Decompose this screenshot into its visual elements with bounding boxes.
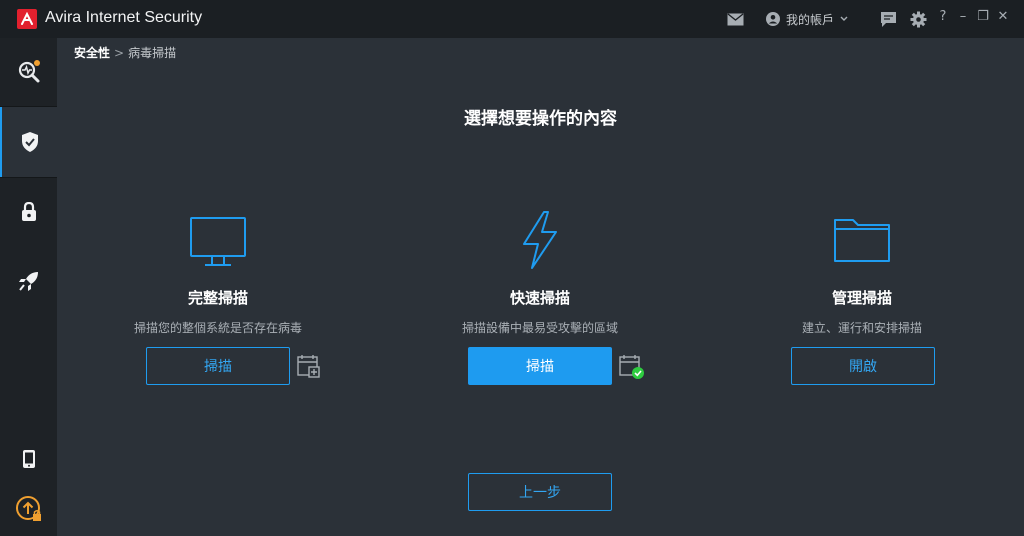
- manage-scans-title: 管理掃描: [831, 289, 892, 307]
- account-label: 我的帳戶: [786, 12, 835, 27]
- help-button[interactable]: ?: [936, 9, 950, 24]
- folder-icon: [742, 205, 982, 275]
- app-title: Avira Internet Security: [45, 9, 203, 26]
- monitor-icon: [98, 205, 338, 275]
- sidebar-item-upgrade[interactable]: [0, 490, 57, 528]
- rocket-icon: [18, 272, 38, 291]
- account-menu[interactable]: 我的帳戶: [766, 10, 848, 28]
- quick-scan-description: 掃描設備中最易受攻擊的區域: [461, 321, 618, 335]
- quick-scan-title: 快速掃描: [509, 289, 570, 307]
- notification-dot: [33, 60, 40, 66]
- lock-icon: [21, 202, 36, 221]
- shield-check-icon: [21, 132, 38, 152]
- lightning-icon: [420, 205, 660, 275]
- sidebar-item-privacy[interactable]: [0, 178, 57, 246]
- avira-logo: [17, 9, 37, 29]
- open-manage-scans-button[interactable]: 開啟: [791, 347, 935, 385]
- gear-icon[interactable]: [909, 10, 927, 28]
- avira-logo-icon: [21, 12, 33, 25]
- breadcrumb-current: 病毒掃描: [128, 46, 177, 60]
- sidebar-item-status[interactable]: [0, 38, 57, 106]
- back-button[interactable]: 上一步: [468, 473, 612, 511]
- minimize-button[interactable]: –: [956, 9, 970, 24]
- full-scan-button[interactable]: 掃描: [146, 347, 290, 385]
- sidebar-item-mobile[interactable]: [0, 440, 57, 478]
- manage-scans-description: 建立、運行和安排掃描: [801, 321, 922, 335]
- restore-button[interactable]: ❐: [976, 9, 990, 24]
- breadcrumb-separator: >: [114, 45, 125, 60]
- quick-scan-button[interactable]: 掃描: [468, 347, 612, 385]
- upgrade-icon: [15, 496, 41, 521]
- breadcrumb: 安全性 > 病毒掃描: [74, 44, 176, 61]
- phone-icon: [22, 450, 35, 468]
- title-bar: Avira Internet Security 我的帳戶 ? – ❐ ✕: [0, 0, 1024, 38]
- page-title: 選擇想要操作的內容: [464, 109, 617, 129]
- full-scan-title: 完整掃描: [187, 289, 248, 307]
- breadcrumb-parent[interactable]: 安全性: [74, 44, 110, 61]
- sidebar-item-performance[interactable]: [0, 246, 57, 316]
- full-scan-card: 完整掃描 掃描您的整個系統是否存在病毒: [98, 205, 338, 336]
- user-icon: [766, 12, 780, 26]
- search-pulse-icon: [18, 60, 40, 83]
- mail-icon[interactable]: [726, 10, 744, 28]
- feedback-icon[interactable]: [879, 10, 897, 28]
- manage-scans-card: 管理掃描 建立、運行和安排掃描: [742, 205, 982, 336]
- close-button[interactable]: ✕: [996, 9, 1010, 24]
- sidebar: [0, 38, 57, 536]
- sidebar-item-security[interactable]: [0, 107, 57, 177]
- quick-scan-card: 快速掃描 掃描設備中最易受攻擊的區域: [420, 205, 660, 336]
- chevron-down-icon: [840, 16, 848, 21]
- full-scan-description: 掃描您的整個系統是否存在病毒: [133, 321, 302, 335]
- schedule-check-icon[interactable]: [619, 354, 644, 379]
- schedule-add-icon[interactable]: [297, 354, 321, 378]
